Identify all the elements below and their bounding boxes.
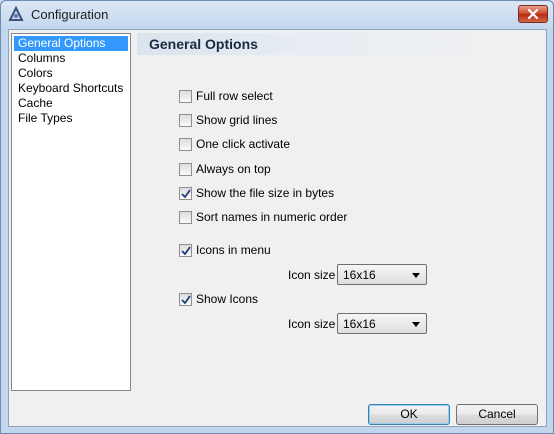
checkbox-label: Show the file size in bytes <box>196 186 335 200</box>
category-list[interactable]: General Options Columns Colors Keyboard … <box>11 33 131 391</box>
configuration-window: Configuration General Options Columns Co… <box>0 0 554 434</box>
checkbox-label: Always on top <box>196 162 271 176</box>
checkbox-box[interactable] <box>179 243 192 257</box>
menu-icon-size-select[interactable]: 16x16 <box>337 264 427 285</box>
checkbox-box[interactable] <box>179 210 192 224</box>
sidebar-item-label: Columns <box>18 51 66 65</box>
checkbox-label: Full row select <box>196 89 273 103</box>
options-panel: General Options Full row select Show gri… <box>137 33 543 391</box>
show-file-size-bytes-checkbox[interactable]: Show the file size in bytes <box>179 185 334 201</box>
sidebar-item-label: Keyboard Shortcuts <box>18 81 124 95</box>
dropdown-arrow-icon <box>412 322 420 327</box>
icon-size-select[interactable]: 16x16 <box>337 313 427 334</box>
sidebar-item-cache[interactable]: Cache <box>14 96 128 111</box>
checkbox-box[interactable] <box>179 89 192 103</box>
checkbox-label: Icons in menu <box>196 243 271 257</box>
cancel-button[interactable]: Cancel <box>456 404 538 425</box>
checkbox-box[interactable] <box>179 113 192 127</box>
window-title: Configuration <box>31 7 109 22</box>
sidebar-item-label: Colors <box>18 66 53 80</box>
checkbox-box[interactable] <box>179 137 192 151</box>
show-grid-lines-checkbox[interactable]: Show grid lines <box>179 112 277 128</box>
sidebar-item-label: File Types <box>18 111 73 125</box>
sidebar-item-colors[interactable]: Colors <box>14 66 128 81</box>
select-value: 16x16 <box>343 317 376 331</box>
checkbox-label: Show grid lines <box>196 113 278 127</box>
always-on-top-checkbox[interactable]: Always on top <box>179 161 271 177</box>
sort-names-numeric-checkbox[interactable]: Sort names in numeric order <box>179 209 347 225</box>
select-value: 16x16 <box>343 268 376 282</box>
checkbox-box[interactable] <box>179 186 192 200</box>
sidebar-item-file-types[interactable]: File Types <box>14 111 128 126</box>
app-icon <box>7 5 25 24</box>
checkmark-icon <box>181 188 191 198</box>
close-button[interactable] <box>518 5 548 23</box>
ok-button[interactable]: OK <box>368 404 450 425</box>
checkbox-label: Show Icons <box>196 292 259 306</box>
checkmark-icon <box>181 245 191 255</box>
sidebar-item-keyboard-shortcuts[interactable]: Keyboard Shortcuts <box>14 81 128 96</box>
icons-in-menu-checkbox[interactable]: Icons in menu <box>179 242 271 258</box>
dropdown-arrow-icon <box>412 273 420 278</box>
sidebar-item-general-options[interactable]: General Options <box>14 36 128 51</box>
panel-title: General Options <box>149 36 258 52</box>
sidebar-item-label: General Options <box>18 36 106 50</box>
full-row-select-checkbox[interactable]: Full row select <box>179 88 273 104</box>
dialog-body: General Options Columns Colors Keyboard … <box>8 29 547 427</box>
one-click-activate-checkbox[interactable]: One click activate <box>179 136 290 152</box>
checkbox-box[interactable] <box>179 292 192 306</box>
panel-header: General Options <box>137 33 543 55</box>
checkbox-label: One click activate <box>196 137 291 151</box>
checkbox-label: Sort names in numeric order <box>196 210 348 224</box>
sidebar-item-columns[interactable]: Columns <box>14 51 128 66</box>
icon-size-label: Icon size <box>288 317 336 331</box>
checkbox-box[interactable] <box>179 162 192 176</box>
show-icons-checkbox[interactable]: Show Icons <box>179 291 258 307</box>
title-bar[interactable]: Configuration <box>1 1 553 29</box>
checkmark-icon <box>181 294 191 304</box>
close-icon <box>527 9 539 19</box>
sidebar-item-label: Cache <box>18 96 53 110</box>
menu-icon-size-label: Icon size <box>288 268 336 282</box>
